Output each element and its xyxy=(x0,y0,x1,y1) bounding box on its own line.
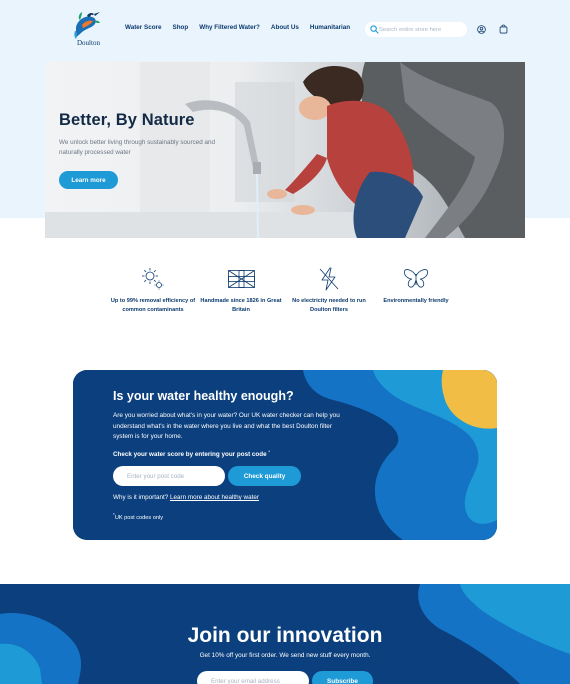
newsletter-subtitle: Get 10% off your first order. We send ne… xyxy=(199,652,371,659)
why-important-text: Why is it important? Learn more about he… xyxy=(113,494,259,501)
search-icon[interactable] xyxy=(370,25,379,34)
feature-environmentally-friendly: Environmentally friendly xyxy=(371,266,461,306)
nav-item-about-us[interactable]: About Us xyxy=(271,24,299,31)
note-text: UK post codes only xyxy=(114,514,164,521)
feature-label: Up to 99% removal efficiency of common c… xyxy=(110,298,196,313)
logo-wordmark: Doulton xyxy=(77,39,100,47)
feature-no-electricity: No electricity needed to run Doulton fil… xyxy=(284,266,374,315)
postcode-input[interactable] xyxy=(113,466,225,486)
water-check-description: Are you worried about what's in your wat… xyxy=(113,412,340,440)
feature-label: Environmentally friendly xyxy=(383,298,449,304)
newsletter-section: Join our innovation Get 10% off your fir… xyxy=(0,584,570,684)
shopping-bag-icon[interactable] xyxy=(499,24,508,34)
no-electricity-icon xyxy=(319,267,339,291)
postcode-prompt: Check your water score by entering your … xyxy=(113,449,270,458)
feature-handmade-britain: Handmade since 1826 in Great Britain xyxy=(196,266,286,315)
newsletter-title: Join our innovation xyxy=(187,624,383,647)
postcode-prompt-text: Check your water score by entering your … xyxy=(113,451,267,459)
sparkle-filter-icon xyxy=(142,268,164,290)
main-navigation: Water Score Shop Why Filtered Water? Abo… xyxy=(125,24,361,31)
hero-learn-more-button[interactable]: Learn more xyxy=(59,171,118,189)
nav-item-why-filtered-water[interactable]: Why Filtered Water? xyxy=(199,24,260,31)
union-flag-icon xyxy=(227,270,255,288)
nav-item-humanitarian[interactable]: Humanitarian xyxy=(310,24,350,31)
water-check-title: Is your water healthy enough? xyxy=(113,389,294,403)
site-header: Doulton Water Score Shop Why Filtered Wa… xyxy=(0,0,570,58)
newsletter-email-input[interactable] xyxy=(197,671,309,684)
nav-item-shop[interactable]: Shop xyxy=(173,24,189,31)
hero-banner: Better, By Nature We unlock better livin… xyxy=(45,62,525,238)
user-account-icon[interactable] xyxy=(477,25,486,34)
search-input[interactable] xyxy=(379,24,463,35)
postcode-prompt-asterisk: * xyxy=(268,449,270,454)
water-check-card: Is your water healthy enough? Are you wo… xyxy=(73,370,497,540)
kingfisher-logo-icon xyxy=(74,12,100,39)
hero-subtitle: We unlock better living through sustaina… xyxy=(59,139,215,156)
why-important-label: Why is it important? xyxy=(113,494,169,501)
doulton-logo[interactable]: Doulton xyxy=(66,11,106,51)
nav-item-water-score[interactable]: Water Score xyxy=(125,24,162,31)
hero-title: Better, By Nature xyxy=(59,111,195,129)
check-quality-button[interactable]: Check quality xyxy=(228,466,301,486)
feature-contaminant-removal: Up to 99% removal efficiency of common c… xyxy=(108,266,198,315)
search-bar xyxy=(365,22,467,37)
subscribe-button[interactable]: Subscribe xyxy=(312,671,373,684)
butterfly-icon xyxy=(403,269,429,288)
feature-label: Handmade since 1826 in Great Britain xyxy=(200,298,282,313)
uk-postcode-note: *UK post codes only xyxy=(113,512,163,521)
learn-healthy-water-link[interactable]: Learn more about healthy water xyxy=(170,494,259,501)
feature-label: No electricity needed to run Doulton fil… xyxy=(292,298,366,313)
